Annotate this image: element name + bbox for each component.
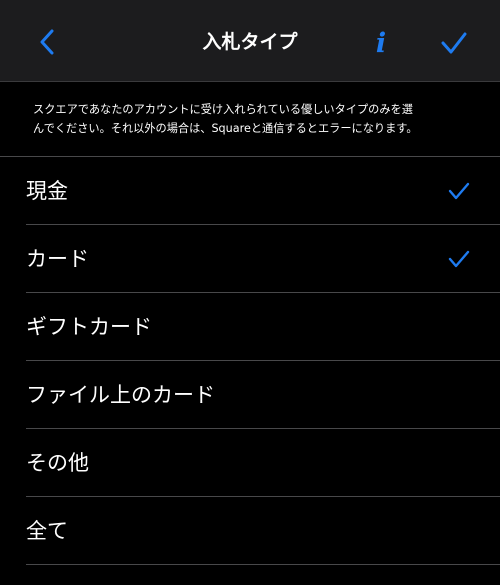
tender-option-all[interactable]: 全て bbox=[26, 497, 500, 565]
info-icon: i bbox=[375, 27, 387, 59]
tender-option-label: 現金 bbox=[26, 179, 68, 203]
page-title: 入札タイプ bbox=[202, 31, 298, 53]
navigation-bar: 入札タイプ i bbox=[0, 0, 500, 82]
tender-option-card[interactable]: カード bbox=[26, 225, 500, 293]
description-text: スクエアであなたのアカウントに受け入れられている優しいタイプのみを選 んでくださ… bbox=[0, 82, 500, 157]
checkmark-icon bbox=[441, 32, 467, 54]
tender-option-label: 全て bbox=[26, 519, 68, 543]
checkmark-icon bbox=[448, 181, 470, 201]
tender-option-label: ギフトカード bbox=[26, 315, 152, 339]
checkmark-icon bbox=[448, 249, 470, 269]
tender-option-other[interactable]: その他 bbox=[26, 429, 500, 497]
back-button[interactable] bbox=[30, 24, 64, 60]
tender-option-cash[interactable]: 現金 bbox=[26, 157, 500, 225]
tender-option-label: ファイル上のカード bbox=[26, 383, 215, 407]
tender-option-card-on-file[interactable]: ファイル上のカード bbox=[26, 361, 500, 429]
tender-option-gift-card[interactable]: ギフトカード bbox=[26, 293, 500, 361]
info-button[interactable]: i bbox=[366, 26, 396, 60]
tender-option-label: カード bbox=[26, 247, 89, 271]
chevron-left-icon bbox=[40, 29, 54, 55]
description-line-1: スクエアであなたのアカウントに受け入れられている優しいタイプのみを選 bbox=[33, 103, 413, 116]
done-button[interactable] bbox=[434, 26, 474, 60]
tender-option-label: その他 bbox=[26, 451, 89, 475]
tender-type-list: 現金 カード ギフトカード ファイル上のカード その他 全て bbox=[0, 157, 500, 565]
description-line-2: んでください。それ以外の場合は、Squareと通信するとエラーになります。 bbox=[33, 122, 418, 135]
